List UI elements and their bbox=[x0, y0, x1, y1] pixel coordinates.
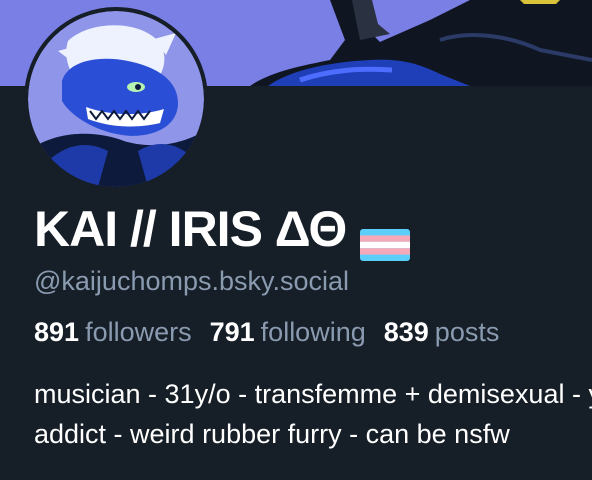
following-label: following bbox=[260, 317, 366, 347]
profile-bio: musician - 31y/o - transfemme + demisexu… bbox=[34, 374, 592, 454]
avatar-image bbox=[28, 11, 204, 187]
avatar[interactable] bbox=[24, 7, 208, 191]
display-name-text: KAI // IRIS ΔΘ bbox=[34, 201, 347, 257]
posts-count: 839 bbox=[383, 317, 429, 347]
posts-stat: 839 posts bbox=[384, 317, 500, 348]
following-link[interactable]: 791 following bbox=[210, 317, 366, 348]
profile-stats: 891 followers 791 following 839 posts bbox=[34, 317, 517, 348]
followers-count: 891 bbox=[34, 317, 80, 347]
trans-pride-flag-icon bbox=[360, 215, 411, 261]
bio-line: musician - 31y/o - transfemme + demisexu… bbox=[34, 379, 592, 409]
display-name: KAI // IRIS ΔΘ bbox=[34, 200, 411, 261]
posts-label: posts bbox=[434, 317, 500, 347]
profile-handle: @kaijuchomps.bsky.social bbox=[34, 266, 350, 296]
following-count: 791 bbox=[209, 317, 255, 347]
followers-label: followers bbox=[85, 317, 192, 347]
bio-line: addict - weird rubber furry - can be nsf… bbox=[34, 419, 510, 449]
followers-link[interactable]: 891 followers bbox=[34, 317, 192, 348]
